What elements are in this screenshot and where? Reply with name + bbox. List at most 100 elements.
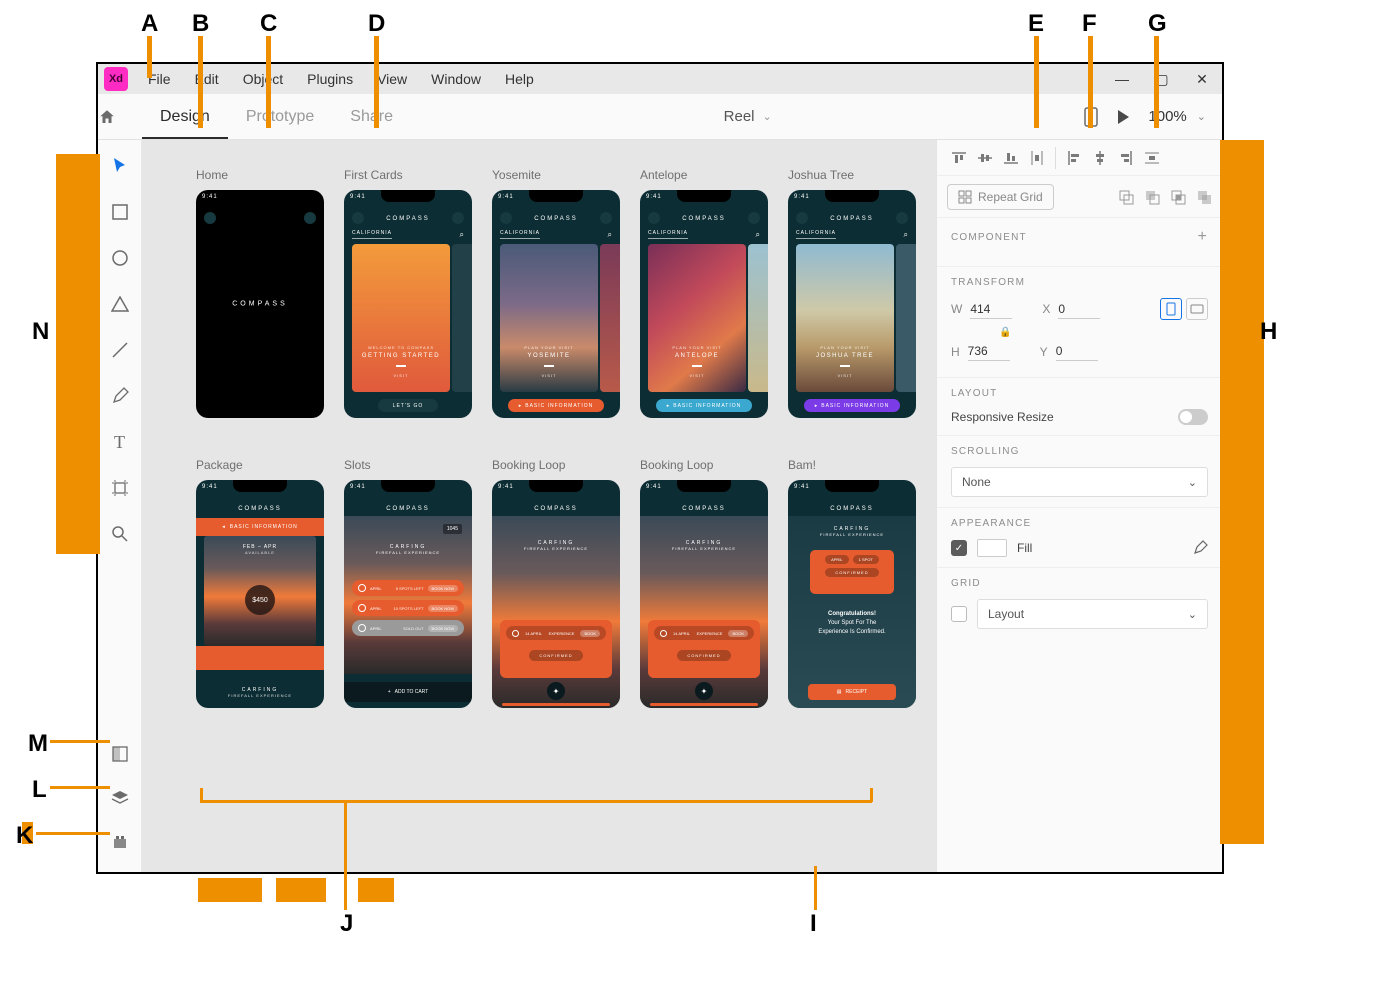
orientation-landscape[interactable] bbox=[1186, 298, 1208, 320]
boolean-subtract[interactable] bbox=[1144, 189, 1160, 205]
artboard-label[interactable]: Booking Loop bbox=[492, 458, 620, 472]
tool-ellipse[interactable] bbox=[108, 246, 132, 270]
height-input[interactable] bbox=[968, 342, 1010, 361]
menu-plugins[interactable]: Plugins bbox=[295, 71, 365, 87]
lock-aspect-icon[interactable]: 🔒 bbox=[999, 327, 1011, 338]
orientation-portrait[interactable] bbox=[1160, 298, 1182, 320]
chevron-down-icon: ⌄ bbox=[1188, 476, 1197, 489]
grid-icon bbox=[958, 190, 972, 204]
align-left[interactable] bbox=[1062, 146, 1086, 170]
tool-polygon[interactable] bbox=[108, 292, 132, 316]
grid-value: Layout bbox=[988, 607, 1024, 621]
mode-share[interactable]: Share bbox=[332, 94, 411, 139]
x-input[interactable] bbox=[1058, 300, 1100, 319]
zoom-chevron-icon[interactable]: ⌄ bbox=[1197, 110, 1206, 123]
tool-text[interactable]: T bbox=[108, 430, 132, 454]
y-input[interactable] bbox=[1056, 342, 1098, 361]
scrolling-value: None bbox=[962, 475, 991, 489]
distribute-h[interactable] bbox=[1140, 146, 1164, 170]
artboard-label[interactable]: Booking Loop bbox=[640, 458, 768, 472]
repeat-grid-button[interactable]: Repeat Grid bbox=[947, 184, 1054, 210]
artboard[interactable]: Antelope9:41COMPASSCALIFORNIA⌕PLAN YOUR … bbox=[640, 168, 768, 418]
artboard-label[interactable]: Home bbox=[196, 168, 324, 182]
menu-help[interactable]: Help bbox=[493, 71, 546, 87]
phone-frame: 9:41COMPASS bbox=[196, 190, 324, 418]
phone-frame: 9:41COMPASS◂BASIC INFORMATIONFEB – APRAV… bbox=[196, 480, 324, 708]
callout-B: B bbox=[192, 10, 209, 38]
line-icon bbox=[111, 341, 129, 359]
layers-panel-button[interactable] bbox=[108, 786, 132, 810]
artboard[interactable]: First Cards9:41COMPASSCALIFORNIA⌕WELCOME… bbox=[344, 168, 472, 418]
x-label: X bbox=[1042, 302, 1050, 316]
distribute-v[interactable] bbox=[1025, 146, 1049, 170]
chevron-down-icon[interactable]: ⌄ bbox=[763, 110, 772, 123]
artboard[interactable]: Home 9:41COMPASS bbox=[196, 168, 324, 418]
callout-H: H bbox=[1260, 318, 1277, 346]
plugins-icon bbox=[112, 835, 128, 849]
fill-label: Fill bbox=[1017, 541, 1032, 555]
width-input[interactable] bbox=[970, 300, 1012, 319]
align-vcenter[interactable] bbox=[973, 146, 997, 170]
mode-prototype[interactable]: Prototype bbox=[228, 94, 332, 139]
canvas-pasteboard[interactable]: Home9:41COMPASSFirst Cards9:41COMPASSCAL… bbox=[142, 140, 936, 872]
artboard[interactable]: Booking Loop9:41COMPASSCARFINGFIREFALL E… bbox=[640, 458, 768, 708]
artboard[interactable]: Bam! 9:41COMPASSCARFINGFIREFALL EXPERIENC… bbox=[788, 458, 916, 708]
eyedropper-button[interactable] bbox=[1192, 540, 1208, 556]
artboard-label[interactable]: Bam! bbox=[788, 458, 916, 472]
artboard-label[interactable]: Slots bbox=[344, 458, 472, 472]
boolean-exclude[interactable] bbox=[1196, 189, 1212, 205]
artboard-label[interactable]: Package bbox=[196, 458, 324, 472]
tool-rectangle[interactable] bbox=[108, 200, 132, 224]
square-icon bbox=[112, 204, 128, 220]
tool-line[interactable] bbox=[108, 338, 132, 362]
assets-panel-button[interactable] bbox=[108, 742, 132, 766]
play-icon bbox=[1116, 109, 1130, 125]
phone-frame: 9:41COMPASSCARFINGFIREFALL EXPERIENCEAPR… bbox=[788, 480, 916, 708]
callout-D: D bbox=[368, 10, 385, 38]
artboard[interactable]: Joshua Tree9:41COMPASSCALIFORNIA⌕PLAN YO… bbox=[788, 168, 916, 418]
align-right[interactable] bbox=[1114, 146, 1138, 170]
scrolling-select[interactable]: None ⌄ bbox=[951, 467, 1208, 497]
menu-file[interactable]: File bbox=[136, 71, 183, 87]
align-hcenter[interactable] bbox=[1088, 146, 1112, 170]
boolean-add[interactable] bbox=[1118, 189, 1134, 205]
window-maximize[interactable]: ▢ bbox=[1142, 71, 1182, 88]
mode-design[interactable]: Design bbox=[142, 94, 228, 139]
appearance-section-label: APPEARANCE bbox=[951, 518, 1031, 529]
doc-title[interactable]: Reel bbox=[724, 108, 755, 125]
y-label: Y bbox=[1040, 345, 1048, 359]
add-component-button[interactable]: + bbox=[1197, 228, 1208, 246]
artboard-label[interactable]: First Cards bbox=[344, 168, 472, 182]
phone-frame: 9:41COMPASSCALIFORNIA⌕PLAN YOUR VISITYOS… bbox=[492, 190, 620, 418]
tool-zoom[interactable] bbox=[108, 522, 132, 546]
tool-select[interactable] bbox=[108, 154, 132, 178]
tool-artboard[interactable] bbox=[108, 476, 132, 500]
artboard-label[interactable]: Antelope bbox=[640, 168, 768, 182]
tool-pen[interactable] bbox=[108, 384, 132, 408]
menu-object[interactable]: Object bbox=[231, 71, 295, 87]
artboard[interactable]: Slots9:41COMPASS1045CARFINGFIREFALL EXPE… bbox=[344, 458, 472, 708]
window-minimize[interactable]: — bbox=[1102, 71, 1142, 87]
callout-G: G bbox=[1148, 10, 1167, 38]
window-close[interactable]: ✕ bbox=[1182, 71, 1222, 88]
menu-edit[interactable]: Edit bbox=[183, 71, 231, 87]
fill-checkbox[interactable]: ✓ bbox=[951, 540, 967, 556]
artboard[interactable]: Package 9:41COMPASS◂BASIC INFORMATIONFEB … bbox=[196, 458, 324, 708]
home-icon bbox=[98, 108, 116, 126]
app-window: Xd File Edit Object Plugins View Window … bbox=[96, 62, 1224, 874]
artboard[interactable]: Yosemite 9:41COMPASSCALIFORNIA⌕PLAN YOUR … bbox=[492, 168, 620, 418]
artboard[interactable]: Booking Loop9:41COMPASSCARFINGFIREFALL E… bbox=[492, 458, 620, 708]
artboard-label[interactable]: Joshua Tree bbox=[788, 168, 916, 182]
grid-checkbox[interactable] bbox=[951, 606, 967, 622]
responsive-resize-toggle[interactable] bbox=[1178, 409, 1208, 425]
plugins-panel-button[interactable] bbox=[108, 830, 132, 854]
align-bottom[interactable] bbox=[999, 146, 1023, 170]
boolean-intersect[interactable] bbox=[1170, 189, 1186, 205]
menu-window[interactable]: Window bbox=[419, 71, 493, 87]
align-top[interactable] bbox=[947, 146, 971, 170]
home-button[interactable] bbox=[98, 108, 142, 126]
play-preview-button[interactable] bbox=[1116, 109, 1130, 125]
artboard-label[interactable]: Yosemite bbox=[492, 168, 620, 182]
fill-swatch[interactable] bbox=[977, 539, 1007, 557]
grid-select[interactable]: Layout ⌄ bbox=[977, 599, 1208, 629]
